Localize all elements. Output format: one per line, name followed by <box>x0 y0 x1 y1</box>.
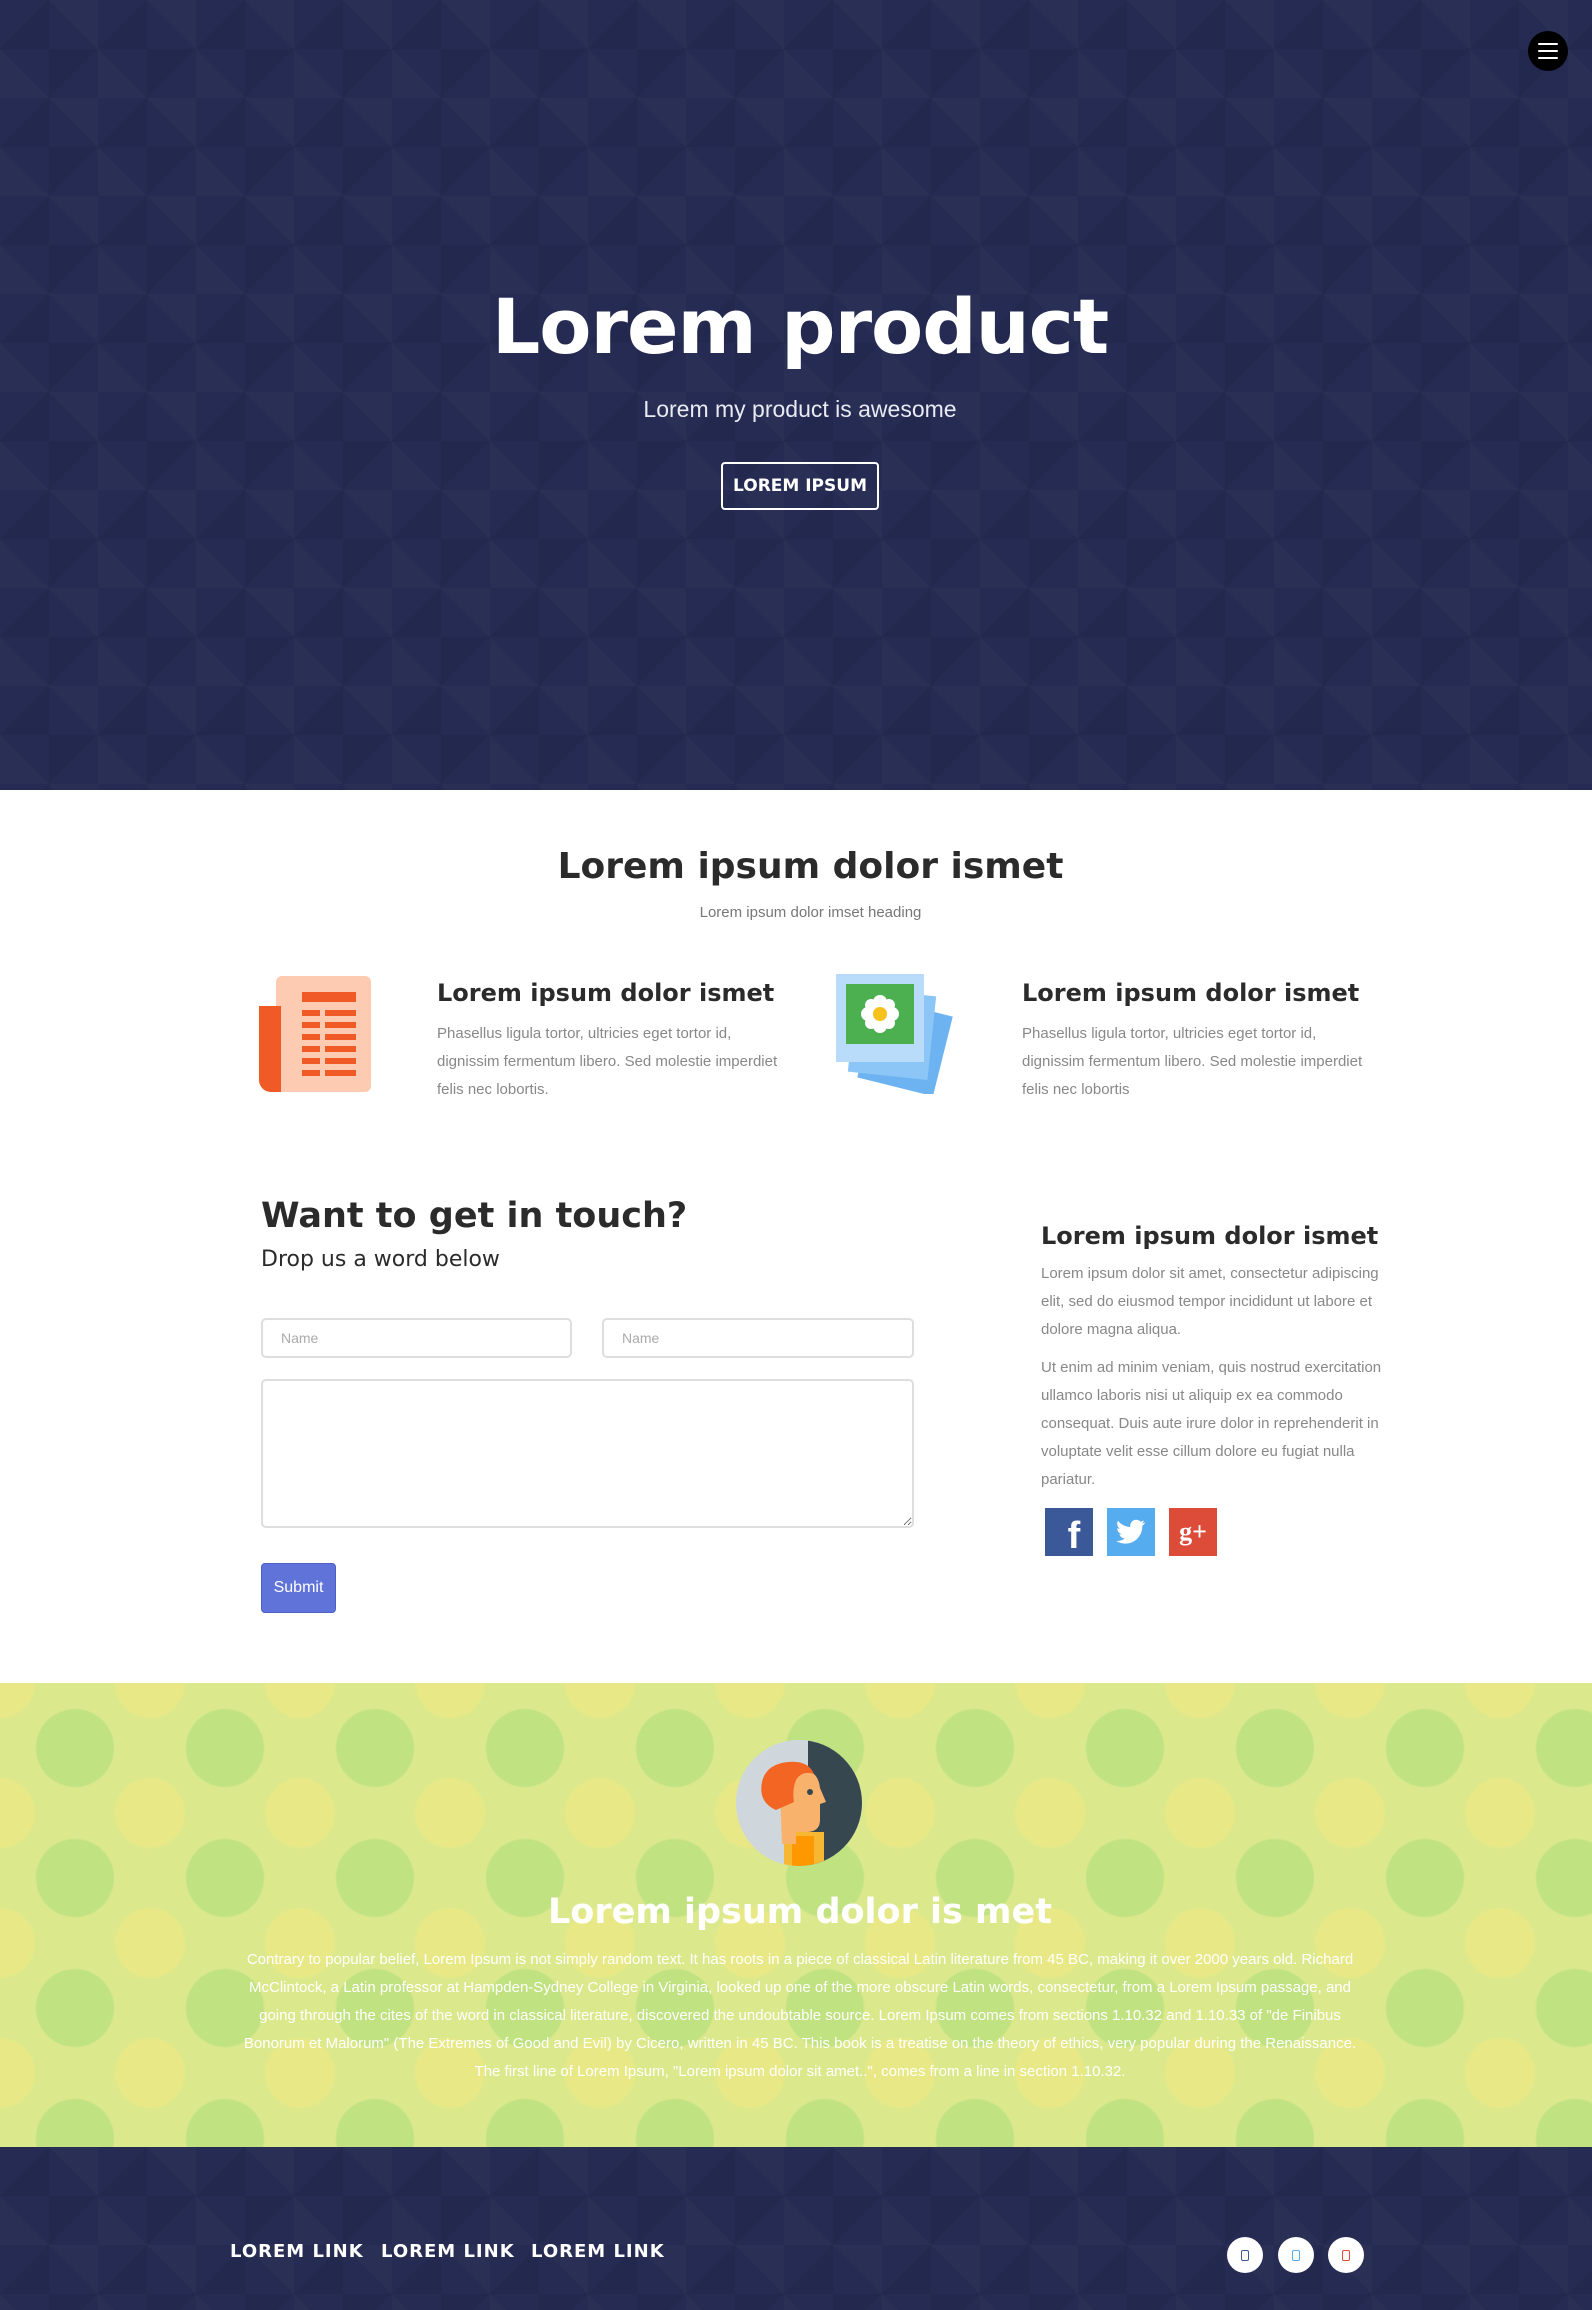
contact-subtitle: Drop us a word below <box>261 1247 500 1272</box>
hero-cta-button[interactable]: LOREM IPSUM <box>721 462 879 510</box>
hero-subtitle: Lorem my product is awesome <box>643 396 957 422</box>
testimonial-title: Lorem ipsum dolor is met <box>548 1892 1052 1932</box>
twitter-icon[interactable] <box>1107 1508 1155 1556</box>
footer-twitter-icon[interactable] <box>1278 2237 1314 2273</box>
sidebar-paragraph-2: Ut enim ad minim veniam, quis nostrud ex… <box>1041 1359 1382 1488</box>
footer-link-3[interactable]: LOREM LINK <box>531 2241 665 2262</box>
footer-facebook-icon[interactable] <box>1227 2237 1263 2273</box>
hero-title: Lorem product <box>491 282 1109 371</box>
sidebar-title: Lorem ipsum dolor ismet <box>1041 1222 1379 1250</box>
hero-section: Lorem product Lorem my product is awesom… <box>0 0 1592 790</box>
submit-button[interactable]: Submit <box>261 1563 336 1613</box>
testimonial-text: Contrary to popular belief, Lorem Ipsum … <box>243 1951 1357 2080</box>
features-title: Lorem ipsum dolor ismet <box>557 846 1064 887</box>
footer: LOREM LINK LOREM LINK LOREM LINK <box>0 2147 1592 2310</box>
facebook-icon[interactable]: f <box>1045 1508 1093 1557</box>
footer-link-2[interactable]: LOREM LINK <box>381 2241 515 2262</box>
message-textarea[interactable] <box>261 1379 914 1528</box>
feature-2-title: Lorem ipsum dolor ismet <box>1022 979 1360 1007</box>
newspaper-icon <box>259 976 371 1092</box>
feature-1-title: Lorem ipsum dolor ismet <box>437 979 775 1007</box>
hamburger-menu-icon[interactable] <box>1528 31 1568 71</box>
photos-icon <box>836 974 953 1094</box>
feature-1-text: Phasellus ligula tortor, ultricies eget … <box>437 1025 778 1098</box>
footer-link-1[interactable]: LOREM LINK <box>230 2241 364 2262</box>
first-name-input[interactable] <box>261 1318 572 1358</box>
google-plus-icon[interactable]: g+ <box>1169 1508 1217 1556</box>
footer-google-plus-icon[interactable] <box>1328 2237 1364 2273</box>
features-subtitle: Lorem ipsum dolor imset heading <box>699 904 922 921</box>
feature-2-text: Phasellus ligula tortor, ultricies eget … <box>1022 1025 1363 1098</box>
contact-title: Want to get in touch? <box>261 1196 688 1236</box>
second-name-input[interactable] <box>602 1318 914 1358</box>
person-avatar-icon <box>736 1740 862 1866</box>
testimonial-section: Lorem ipsum dolor is met Contrary to pop… <box>0 1683 1592 2147</box>
sidebar-paragraph-1: Lorem ipsum dolor sit amet, consectetur … <box>1041 1265 1379 1338</box>
